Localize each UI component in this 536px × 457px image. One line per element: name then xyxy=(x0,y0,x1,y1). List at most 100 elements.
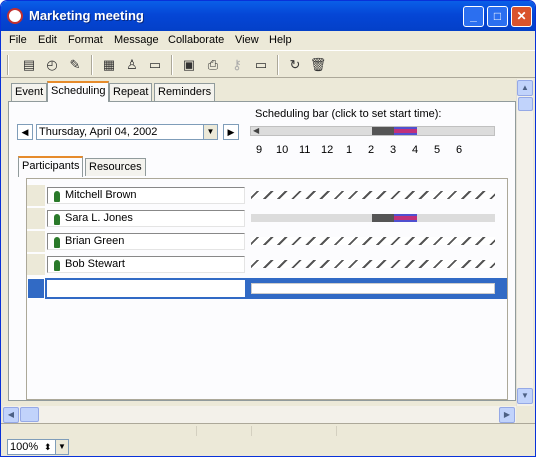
meeting-time-block xyxy=(394,214,417,222)
tab-scheduling[interactable]: Scheduling xyxy=(47,81,110,102)
person-icon xyxy=(54,237,60,248)
new-participant-input[interactable] xyxy=(47,280,245,297)
scroll-left-icon[interactable]: ◀ xyxy=(3,407,19,423)
divider xyxy=(251,426,252,436)
hour-label: 5 xyxy=(434,144,441,156)
person-icon xyxy=(54,191,60,202)
menu-edit[interactable]: Edit xyxy=(38,34,57,46)
participant-row[interactable]: Sara L. Jones xyxy=(27,208,507,229)
menu-file[interactable]: File xyxy=(9,34,27,46)
participant-name-cell[interactable]: Sara L. Jones xyxy=(47,210,245,227)
folder-icon[interactable]: ▭ xyxy=(251,55,271,75)
zoom-stepper-icon[interactable]: ⬍ xyxy=(44,440,52,454)
tab-repeat[interactable]: Repeat xyxy=(109,83,153,101)
row-gutter xyxy=(27,254,45,275)
title-bar[interactable]: Marketing meeting _ □ ✕ xyxy=(1,1,535,31)
chevron-down-icon[interactable]: ▼ xyxy=(203,125,217,139)
scroll-up-icon[interactable]: ▲ xyxy=(517,80,533,96)
toolbar-grip xyxy=(7,55,9,75)
menu-message[interactable]: Message xyxy=(114,34,159,46)
menu-format[interactable]: Format xyxy=(68,34,103,46)
tab-event[interactable]: Event xyxy=(11,83,48,101)
availability-unknown-bar xyxy=(251,191,495,199)
chevron-down-icon[interactable]: ▼ xyxy=(55,440,68,454)
availability-bar xyxy=(251,214,495,222)
participant-row[interactable]: Bob Stewart xyxy=(27,254,507,275)
hour-label: 1 xyxy=(346,144,353,156)
scheduling-bar[interactable]: ◀ xyxy=(250,126,495,136)
scroll-down-icon[interactable]: ▼ xyxy=(517,388,533,404)
tab-resources[interactable]: Resources xyxy=(85,158,146,176)
row-gutter xyxy=(27,231,45,252)
participant-name: Brian Green xyxy=(65,235,125,247)
menu-bar: File Edit Format Message Collaborate Vie… xyxy=(1,31,535,50)
menu-help[interactable]: Help xyxy=(269,34,292,46)
busy-block xyxy=(372,214,394,222)
meeting-time-block[interactable] xyxy=(394,127,417,135)
participant-row[interactable]: Brian Green xyxy=(27,231,507,252)
hour-label: 9 xyxy=(256,144,263,156)
close-button[interactable]: ✕ xyxy=(511,6,532,27)
person-icon xyxy=(54,260,60,271)
person-icon xyxy=(54,214,60,225)
participant-name-cell[interactable]: Bob Stewart xyxy=(47,256,245,273)
toolbar: ▤ ◴ ✎ ▦ ♙ ▭ ▣ ⎙ ⚷ ▭ ↻ 🗑 xyxy=(1,50,535,78)
busy-block xyxy=(372,127,394,135)
menu-view[interactable]: View xyxy=(235,34,259,46)
trash-icon[interactable]: 🗑 xyxy=(308,55,328,75)
hour-label: 6 xyxy=(456,144,463,156)
row-gutter xyxy=(27,185,45,206)
next-day-button[interactable]: ▶ xyxy=(223,124,239,140)
menu-collaborate[interactable]: Collaborate xyxy=(168,34,224,46)
new-participant-row[interactable] xyxy=(27,278,507,299)
date-value: Thursday, April 04, 2002 xyxy=(39,126,158,138)
tab-participants[interactable]: Participants xyxy=(18,156,84,177)
hour-label: 12 xyxy=(321,144,334,156)
participant-name: Bob Stewart xyxy=(65,258,125,270)
availability-unknown-bar xyxy=(251,260,495,268)
availability-unknown-bar xyxy=(251,237,495,245)
participant-name-cell[interactable]: Mitchell Brown xyxy=(47,187,245,204)
status-bar: 100% ⬍ ▼ xyxy=(1,423,535,456)
calendar-icon[interactable]: ▣ xyxy=(179,55,199,75)
hour-label: 10 xyxy=(276,144,289,156)
minimize-button[interactable]: _ xyxy=(463,6,484,27)
maximize-button[interactable]: □ xyxy=(487,6,508,27)
row-gutter xyxy=(27,208,45,229)
address-icon[interactable]: ♙ xyxy=(122,55,142,75)
participant-name-cell[interactable]: Brian Green xyxy=(47,233,245,250)
hour-label: 4 xyxy=(412,144,419,156)
divider xyxy=(336,426,337,436)
divider xyxy=(196,426,197,436)
toolbar-separator xyxy=(277,55,279,75)
participant-row[interactable]: Mitchell Brown xyxy=(27,185,507,206)
edit-icon[interactable]: ✎ xyxy=(65,55,85,75)
app-icon xyxy=(7,8,23,24)
new-meeting-icon[interactable]: ▤ xyxy=(19,55,39,75)
participant-name: Mitchell Brown xyxy=(65,189,137,201)
participants-grid: Mitchell Brown Sara L. Jones Brian Green xyxy=(26,178,508,400)
key-icon[interactable]: ⚷ xyxy=(227,55,247,75)
window-title: Marketing meeting xyxy=(29,8,144,23)
row-gutter xyxy=(27,278,45,299)
tab-reminders[interactable]: Reminders xyxy=(154,83,216,101)
date-selector[interactable]: Thursday, April 04, 2002 ▼ xyxy=(36,124,218,140)
reminder-icon[interactable]: ◴ xyxy=(42,55,62,75)
scroll-thumb[interactable] xyxy=(20,407,39,422)
message-icon[interactable]: ▭ xyxy=(145,55,165,75)
hour-label: 2 xyxy=(368,144,375,156)
scroll-left-icon: ◀ xyxy=(253,126,260,135)
scroll-thumb[interactable] xyxy=(518,97,533,111)
print-icon[interactable]: ▦ xyxy=(99,55,119,75)
vertical-scrollbar[interactable]: ▲ ▼ xyxy=(516,79,533,406)
previous-day-button[interactable]: ◀ xyxy=(17,124,33,140)
collaborate-icon[interactable]: ↻ xyxy=(285,55,305,75)
scroll-right-icon[interactable]: ▶ xyxy=(499,407,515,423)
zoom-control[interactable]: 100% ⬍ ▼ xyxy=(7,439,69,455)
horizontal-scrollbar[interactable]: ◀ ▶ xyxy=(3,406,516,423)
hour-label: 3 xyxy=(390,144,397,156)
participant-name: Sara L. Jones xyxy=(65,212,133,224)
printer-icon[interactable]: ⎙ xyxy=(203,55,223,75)
hour-label: 11 xyxy=(299,144,311,156)
zoom-value: 100% xyxy=(10,441,39,453)
